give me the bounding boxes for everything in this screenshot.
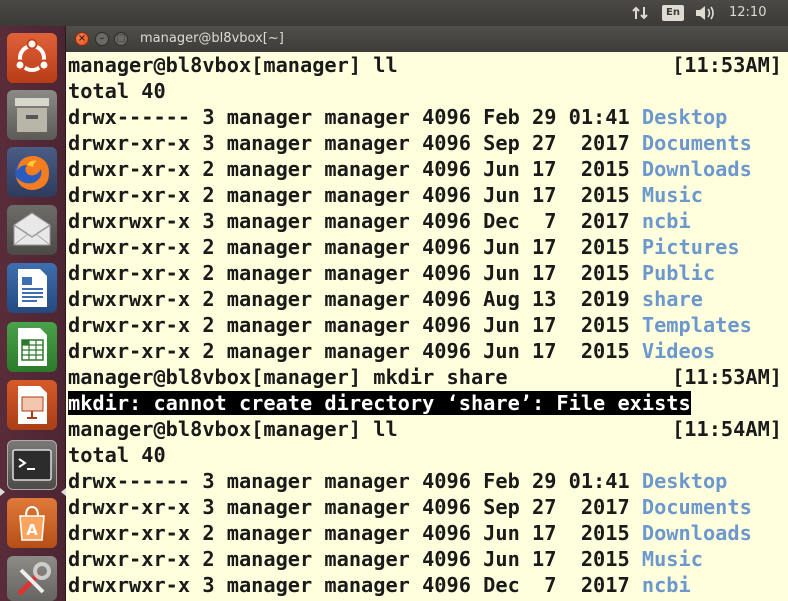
dir-name: Templates: [641, 313, 752, 337]
close-icon: ×: [77, 33, 87, 44]
ls-row: drwxrwxr-x 3 manager manager 4096 Dec 7 …: [68, 208, 691, 234]
ls-row: drwxr-xr-x 2 manager manager 4096 Jun 17…: [68, 520, 752, 546]
network-updown-icon[interactable]: [630, 0, 652, 26]
ls-row: drwx------ 3 manager manager 4096 Feb 29…: [68, 468, 727, 494]
maximize-button[interactable]: □: [114, 32, 128, 46]
prompt-line: manager@bl8vbox[manager] ll [11:54AM]: [68, 416, 782, 442]
close-button[interactable]: ×: [75, 32, 89, 46]
ls-row: drwxr-xr-x 2 manager manager 4096 Jun 17…: [68, 156, 752, 182]
timestamp: [11:53AM]: [672, 365, 782, 389]
launcher-item-files[interactable]: [7, 90, 57, 140]
timestamp: [11:54AM]: [672, 417, 782, 441]
ls-row: drwxr-xr-x 2 manager manager 4096 Jun 17…: [68, 312, 752, 338]
ls-attrs: drwxr-xr-x 2 manager manager 4096 Jun 17…: [68, 235, 642, 259]
dir-name: Videos: [641, 339, 716, 363]
output-line: total 40: [68, 78, 166, 104]
dir-name: Desktop: [641, 105, 728, 129]
dir-name: share: [641, 287, 703, 311]
prompt-line: manager@bl8vbox[manager] ll [11:53AM]: [68, 52, 782, 78]
dir-name: Pictures: [641, 235, 740, 259]
ls-attrs: drwxr-xr-x 3 manager manager 4096 Sep 27…: [68, 131, 642, 155]
ls-attrs: drwxr-xr-x 2 manager manager 4096 Jun 17…: [68, 521, 642, 545]
dir-name: Downloads: [641, 157, 752, 181]
ls-row: drwxr-xr-x 2 manager manager 4096 Jun 17…: [68, 338, 715, 364]
ls-attrs: drwx------ 3 manager manager 4096 Feb 29…: [68, 105, 642, 129]
maximize-icon: □: [116, 33, 126, 44]
ls-attrs: drwxr-xr-x 2 manager manager 4096 Jun 17…: [68, 157, 642, 181]
ls-row: drwxr-xr-x 3 manager manager 4096 Sep 27…: [68, 130, 752, 156]
launcher-item-thunderbird[interactable]: [7, 205, 57, 255]
ls-row: drwxrwxr-x 2 manager manager 4096 Aug 13…: [68, 286, 703, 312]
ls-row: drwxr-xr-x 2 manager manager 4096 Jun 17…: [68, 182, 703, 208]
window-titlebar[interactable]: × – □ manager@bl8vbox[~]: [66, 26, 788, 52]
minimize-icon: –: [99, 33, 105, 44]
ls-row: drwxr-xr-x 3 manager manager 4096 Sep 27…: [68, 494, 752, 520]
ls-attrs: drwxr-xr-x 2 manager manager 4096 Jun 17…: [68, 339, 642, 363]
clock[interactable]: 12:10: [729, 0, 766, 26]
launcher-item-calc[interactable]: [7, 322, 57, 372]
dir-name: Downloads: [641, 521, 752, 545]
ls-row: drwxr-xr-x 2 manager manager 4096 Jun 17…: [68, 234, 740, 260]
error-line: mkdir: cannot create directory ‘share’: …: [68, 390, 691, 416]
timestamp: [11:53AM]: [672, 53, 782, 77]
running-indicator: [0, 488, 5, 496]
dir-name: Music: [641, 183, 703, 207]
launcher: A: [0, 26, 66, 601]
ls-attrs: drwxr-xr-x 2 manager manager 4096 Jun 17…: [68, 261, 642, 285]
launcher-item-settings[interactable]: [7, 556, 57, 601]
ls-row: drwxr-xr-x 2 manager manager 4096 Jun 17…: [68, 546, 703, 572]
output-line: total 40: [68, 442, 166, 468]
launcher-item-ubuntu-dash[interactable]: [7, 33, 57, 83]
output-text: total 40: [68, 443, 166, 467]
launcher-item-software[interactable]: A: [7, 498, 57, 548]
svg-text:A: A: [26, 521, 38, 539]
error-text: mkdir: cannot create directory ‘share’: …: [68, 391, 691, 415]
ls-attrs: drwxr-xr-x 2 manager manager 4096 Jun 17…: [68, 313, 642, 337]
window-title: manager@bl8vbox[~]: [140, 31, 284, 46]
command-text: manager@bl8vbox[manager] mkdir share: [68, 365, 508, 389]
dir-name: ncbi: [641, 573, 691, 597]
dir-name: Documents: [641, 131, 752, 155]
ls-attrs: drwxr-xr-x 2 manager manager 4096 Jun 17…: [68, 547, 642, 571]
ls-row: drwxrwxr-x 3 manager manager 4096 Dec 7 …: [68, 572, 691, 598]
dir-name: Documents: [641, 495, 752, 519]
launcher-item-firefox[interactable]: [7, 147, 57, 197]
launcher-item-impress[interactable]: [7, 380, 57, 430]
ls-row: drwx------ 3 manager manager 4096 Feb 29…: [68, 104, 727, 130]
launcher-item-terminal[interactable]: [7, 440, 57, 490]
minimize-button[interactable]: –: [95, 32, 109, 46]
ls-attrs: drwx------ 3 manager manager 4096 Feb 29…: [68, 469, 642, 493]
dir-name: Public: [641, 261, 716, 285]
ls-attrs: drwxrwxr-x 3 manager manager 4096 Dec 7 …: [68, 573, 642, 597]
output-text: total 40: [68, 79, 166, 103]
dir-name: Music: [641, 547, 703, 571]
ls-attrs: drwxrwxr-x 2 manager manager 4096 Aug 13…: [68, 287, 642, 311]
dir-name: Desktop: [641, 469, 728, 493]
keyboard-layout-indicator[interactable]: En: [662, 5, 684, 21]
top-panel: En 12:10: [0, 0, 788, 26]
command-text: manager@bl8vbox[manager] ll: [68, 53, 398, 77]
terminal-window: × – □ manager@bl8vbox[~] manager@bl8vbox…: [66, 26, 788, 601]
ls-row: drwxr-xr-x 2 manager manager 4096 Jun 17…: [68, 260, 715, 286]
command-text: manager@bl8vbox[manager] ll: [68, 417, 398, 441]
ls-attrs: drwxr-xr-x 3 manager manager 4096 Sep 27…: [68, 495, 642, 519]
dir-name: ncbi: [641, 209, 691, 233]
ls-attrs: drwxrwxr-x 3 manager manager 4096 Dec 7 …: [68, 209, 642, 233]
terminal-output[interactable]: manager@bl8vbox[manager] ll [11:53AM] tot…: [66, 52, 788, 601]
launcher-item-writer[interactable]: [7, 263, 57, 313]
ls-attrs: drwxr-xr-x 2 manager manager 4096 Jun 17…: [68, 183, 642, 207]
volume-icon[interactable]: [693, 0, 717, 26]
prompt-line: manager@bl8vbox[manager] mkdir share [11:…: [68, 364, 782, 390]
